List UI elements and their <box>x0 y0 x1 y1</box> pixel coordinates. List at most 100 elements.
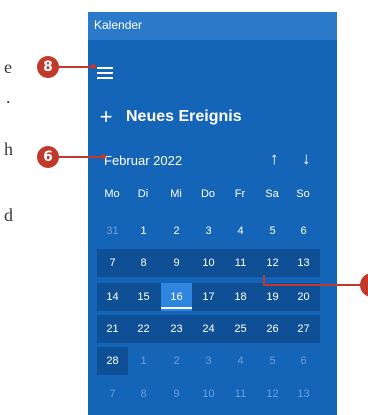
day-number: 22 <box>137 323 150 335</box>
callout-leader <box>263 275 265 286</box>
day-number: 7 <box>109 257 116 269</box>
day-number: 17 <box>202 291 215 303</box>
day-number: 20 <box>297 291 310 303</box>
day-cell[interactable]: 31 <box>97 217 128 245</box>
day-number: 7 <box>109 388 116 400</box>
weekday-label: Mo <box>104 188 120 200</box>
day-cell[interactable]: 22 <box>128 315 159 343</box>
day-number: 1 <box>140 355 147 367</box>
day-cell[interactable]: 8 <box>128 249 159 277</box>
day-number: 16 <box>170 291 183 303</box>
day-cell[interactable]: 1 <box>128 217 159 245</box>
day-number: 4 <box>237 225 244 237</box>
day-cell[interactable]: 21 <box>97 315 128 343</box>
weekday-label: Fr <box>234 188 246 200</box>
day-number: 18 <box>234 291 247 303</box>
day-number: 2 <box>173 225 180 237</box>
day-number: 6 <box>300 225 307 237</box>
day-cell[interactable]: 25 <box>225 315 256 343</box>
background-text: h <box>4 139 13 159</box>
day-number: 5 <box>269 355 276 367</box>
day-cell[interactable]: 7 <box>97 380 128 408</box>
new-event-button[interactable]: + Neues Ereignis <box>96 104 242 129</box>
day-cell[interactable]: 24 <box>193 315 224 343</box>
day-cell-today[interactable]: 16 <box>161 283 192 311</box>
day-number: 3 <box>205 225 212 237</box>
day-cell[interactable]: 9 <box>161 380 192 408</box>
weekday-label: Di <box>137 188 149 200</box>
day-cell[interactable]: 9 <box>161 249 192 277</box>
day-number: 5 <box>269 225 276 237</box>
day-cell[interactable]: 12 <box>257 249 288 277</box>
day-cell[interactable]: 6 <box>288 217 319 245</box>
day-cell[interactable]: 23 <box>161 315 192 343</box>
day-cell[interactable]: 2 <box>161 347 192 375</box>
day-cell[interactable]: 4 <box>225 347 256 375</box>
day-cell[interactable]: 7 <box>97 249 128 277</box>
day-number: 11 <box>234 388 247 400</box>
day-cell[interactable]: 11 <box>225 249 256 277</box>
day-cell[interactable]: 27 <box>288 315 319 343</box>
arrow-down-icon[interactable]: ↓ <box>302 149 311 169</box>
day-cell[interactable]: 10 <box>193 380 224 408</box>
day-number: 13 <box>297 388 310 400</box>
day-number: 9 <box>173 257 180 269</box>
callout-dot <box>91 64 96 69</box>
day-cell[interactable]: 18 <box>225 283 256 311</box>
day-number: 9 <box>173 388 180 400</box>
day-number: 14 <box>106 291 119 303</box>
day-cell[interactable]: 1 <box>128 347 159 375</box>
callout-leader <box>265 284 361 286</box>
weekday-label: Do <box>200 188 216 200</box>
day-number: 31 <box>106 225 119 237</box>
day-number: 26 <box>266 323 279 335</box>
day-cell[interactable]: 19 <box>257 283 288 311</box>
day-cell[interactable]: 8 <box>128 380 159 408</box>
day-cell[interactable]: 13 <box>288 249 319 277</box>
day-number: 4 <box>237 355 244 367</box>
day-cell[interactable]: 12 <box>257 380 288 408</box>
window-title: Kalender <box>94 18 143 32</box>
day-cell[interactable]: 17 <box>193 283 224 311</box>
callout-leader <box>59 66 93 68</box>
day-cell[interactable]: 5 <box>257 217 288 245</box>
day-cell[interactable]: 10 <box>193 249 224 277</box>
weekday-label: Mi <box>170 188 182 200</box>
day-cell[interactable]: 14 <box>97 283 128 311</box>
day-cell[interactable]: 3 <box>193 217 224 245</box>
day-cell[interactable]: 11 <box>225 380 256 408</box>
plus-icon: + <box>99 104 113 129</box>
day-number: 10 <box>202 388 215 400</box>
day-cell[interactable]: 3 <box>193 347 224 375</box>
day-number: 19 <box>266 291 279 303</box>
calendar-pane: Kalender + Neues Ereignis Februar 2022 ↑… <box>88 12 337 415</box>
day-cell[interactable]: 5 <box>257 347 288 375</box>
background-text: e <box>4 57 12 77</box>
day-number: 27 <box>297 323 310 335</box>
hamburger-menu-icon[interactable] <box>97 67 115 81</box>
day-cell[interactable]: 6 <box>288 347 319 375</box>
day-number: 25 <box>234 323 247 335</box>
background-text: . <box>6 87 11 107</box>
new-event-label: Neues Ereignis <box>126 108 242 125</box>
day-cell[interactable]: 20 <box>288 283 319 311</box>
day-cell[interactable]: 15 <box>128 283 159 311</box>
day-number: 11 <box>234 257 247 269</box>
day-cell[interactable]: 28 <box>97 347 128 375</box>
today-indicator <box>161 307 192 309</box>
day-cell[interactable]: 26 <box>257 315 288 343</box>
day-cell[interactable]: 4 <box>225 217 256 245</box>
day-cell[interactable]: 2 <box>161 217 192 245</box>
callout-badge: 6 <box>37 146 59 168</box>
callout-badge <box>360 273 368 297</box>
day-number: 13 <box>297 257 310 269</box>
month-title[interactable]: Februar 2022 <box>104 153 182 168</box>
arrow-up-icon[interactable]: ↑ <box>270 149 279 169</box>
callout-badge: 8 <box>37 56 59 78</box>
day-number: 21 <box>106 323 119 335</box>
background-text: d <box>4 205 13 225</box>
day-cell[interactable]: 13 <box>288 380 319 408</box>
day-number: 15 <box>137 291 150 303</box>
day-number: 2 <box>173 355 180 367</box>
callout-dot <box>101 154 106 159</box>
